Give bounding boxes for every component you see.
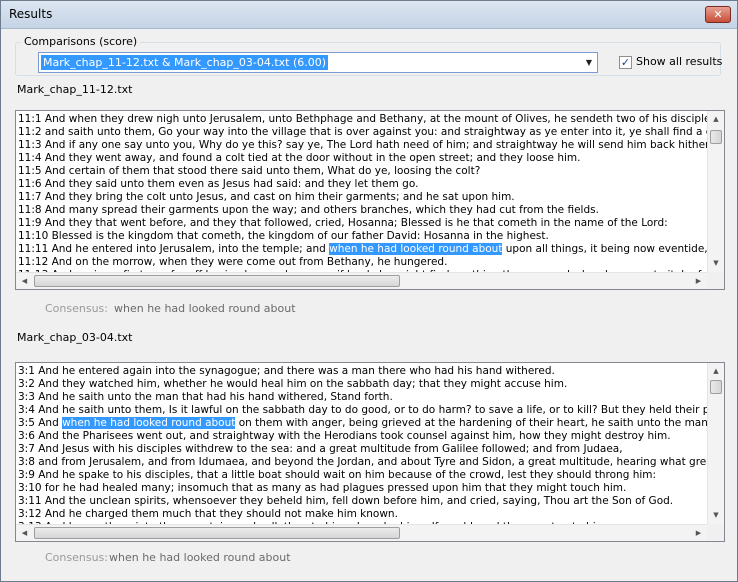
file-label-1: Mark_chap_11-12.txt: [17, 83, 133, 96]
line-text: 11:2 and saith unto them, Go your way in…: [18, 126, 708, 138]
text-line: 3:6 And the Pharisees went out, and stra…: [18, 430, 708, 443]
scroll-left-icon[interactable]: ◀: [16, 525, 33, 541]
line-text: 3:11 And the unclean spirits, whensoever…: [18, 495, 674, 507]
scroll-up-icon[interactable]: ▲: [708, 363, 724, 380]
text-line: 11:1 And when they drew nigh unto Jerusa…: [18, 113, 708, 126]
line-text: 3:4 And he saith unto them, Is it lawful…: [18, 404, 708, 416]
line-text: 3:7 And Jesus with his disciples withdre…: [18, 443, 623, 455]
line-text: 11:3 And if any one say unto you, Why do…: [18, 139, 708, 151]
text-lines-2: 3:1 And he entered again into the synago…: [18, 365, 708, 534]
comparison-select[interactable]: Mark_chap_11-12.txt & Mark_chap_03-04.tx…: [38, 52, 598, 73]
line-text: 3:8 and from Jerusalem, and from Idumaea…: [18, 456, 708, 468]
line-text: 3:3 And he saith unto the man that had h…: [18, 391, 393, 403]
checkmark-icon: ✓: [620, 56, 631, 69]
horizontal-scroll-thumb-1[interactable]: [34, 275, 400, 287]
text-line: 11:10 Blessed is the kingdom that cometh…: [18, 230, 708, 243]
line-text: 3:1 And he entered again into the synago…: [18, 365, 555, 377]
scroll-up-icon[interactable]: ▲: [708, 111, 724, 128]
text-line: 11:6 And they said unto them even as Jes…: [18, 178, 708, 191]
vertical-scroll-thumb-1[interactable]: [710, 130, 722, 144]
line-text: 3:6 And the Pharisees went out, and stra…: [18, 430, 671, 442]
scroll-corner-2: [707, 524, 724, 541]
horizontal-scrollbar-1[interactable]: ◀ ▶: [16, 272, 707, 289]
line-text: 11:5 And certain of them that stood ther…: [18, 165, 481, 177]
vertical-scroll-thumb-2[interactable]: [710, 380, 722, 394]
line-text: upon all things, it being now eventide, …: [505, 243, 708, 255]
text-lines-1: 11:1 And when they drew nigh unto Jerusa…: [18, 113, 708, 282]
show-all-label[interactable]: Show all results: [636, 55, 722, 68]
line-text: 11:1 And when they drew nigh unto Jerusa…: [18, 113, 708, 125]
text-line: 3:1 And he entered again into the synago…: [18, 365, 708, 378]
text-line: 3:2 And they watched him, whether he wou…: [18, 378, 708, 391]
show-all-checkbox[interactable]: ✓: [619, 56, 632, 69]
text-line: 3:12 And he charged them much that they …: [18, 508, 708, 521]
text-line: 3:5 And when he had looked round about o…: [18, 417, 708, 430]
text-line: 11:4 And they went away, and found a col…: [18, 152, 708, 165]
highlighted-match: when he had looked round about: [62, 417, 236, 429]
text-line: 11:12 And on the morrow, when they were …: [18, 256, 708, 269]
text-line: 11:5 And certain of them that stood ther…: [18, 165, 708, 178]
window-title: Results: [9, 7, 53, 21]
line-text: on them with anger, being grieved at the…: [238, 417, 708, 429]
line-text: 3:5 And: [18, 417, 63, 429]
text-line: 3:7 And Jesus with his disciples withdre…: [18, 443, 708, 456]
horizontal-scroll-thumb-2[interactable]: [34, 527, 400, 539]
highlighted-match: when he had looked round about: [329, 243, 503, 255]
line-text: 11:6 And they said unto them even as Jes…: [18, 178, 419, 190]
line-text: 11:12 And on the morrow, when they were …: [18, 256, 448, 268]
text-line: 3:8 and from Jerusalem, and from Idumaea…: [18, 456, 708, 469]
scroll-corner-1: [707, 272, 724, 289]
text-line: 3:9 And he spake to his disciples, that …: [18, 469, 708, 482]
title-bar: Results ✕: [1, 1, 737, 29]
line-text: 3:9 And he spake to his disciples, that …: [18, 469, 657, 481]
vertical-scrollbar-1[interactable]: ▲ ▼: [707, 111, 724, 272]
text-line: 11:9 And they that went before, and they…: [18, 217, 708, 230]
line-text: 3:10 for he had healed many; insomuch th…: [18, 482, 627, 494]
scroll-left-icon[interactable]: ◀: [16, 273, 33, 289]
file-label-2: Mark_chap_03-04.txt: [17, 331, 133, 344]
line-text: 11:11 And he entered into Jerusalem, int…: [18, 243, 330, 255]
chevron-down-icon[interactable]: ▼: [583, 56, 595, 69]
line-text: 11:4 And they went away, and found a col…: [18, 152, 581, 164]
text-line: 11:11 And he entered into Jerusalem, int…: [18, 243, 708, 256]
scroll-right-icon[interactable]: ▶: [690, 273, 707, 289]
consensus-label-1: Consensus:: [45, 302, 108, 315]
text-line: 11:8 And many spread their garments upon…: [18, 204, 708, 217]
comparisons-legend: Comparisons (score): [21, 35, 141, 48]
scroll-right-icon[interactable]: ▶: [690, 525, 707, 541]
line-text: 11:7 And they bring the colt unto Jesus,…: [18, 191, 515, 203]
comparison-selected-value: Mark_chap_11-12.txt & Mark_chap_03-04.tx…: [41, 55, 329, 70]
text-panel-2[interactable]: 3:1 And he entered again into the synago…: [15, 362, 725, 542]
line-text: 3:2 And they watched him, whether he wou…: [18, 378, 568, 390]
scroll-down-icon[interactable]: ▼: [708, 255, 724, 272]
line-text: 11:10 Blessed is the kingdom that cometh…: [18, 230, 549, 242]
consensus-label-2: Consensus:: [45, 551, 108, 564]
text-line: 3:3 And he saith unto the man that had h…: [18, 391, 708, 404]
text-panel-1[interactable]: 11:1 And when they drew nigh unto Jerusa…: [15, 110, 725, 290]
text-line: 11:2 and saith unto them, Go your way in…: [18, 126, 708, 139]
consensus-value-1: when he had looked round about: [114, 302, 296, 315]
line-text: 3:12 And he charged them much that they …: [18, 508, 398, 520]
consensus-value-2: when he had looked round about: [109, 551, 291, 564]
line-text: 11:8 And many spread their garments upon…: [18, 204, 599, 216]
close-button[interactable]: ✕: [705, 6, 731, 23]
text-line: 11:3 And if any one say unto you, Why do…: [18, 139, 708, 152]
text-line: 3:10 for he had healed many; insomuch th…: [18, 482, 708, 495]
line-text: 11:9 And they that went before, and they…: [18, 217, 668, 229]
text-line: 3:4 And he saith unto them, Is it lawful…: [18, 404, 708, 417]
horizontal-scrollbar-2[interactable]: ◀ ▶: [16, 524, 707, 541]
text-line: 3:11 And the unclean spirits, whensoever…: [18, 495, 708, 508]
close-icon: ✕: [713, 8, 723, 21]
results-window: Results ✕ Comparisons (score) Mark_chap_…: [0, 0, 738, 582]
text-line: 11:7 And they bring the colt unto Jesus,…: [18, 191, 708, 204]
vertical-scrollbar-2[interactable]: ▲ ▼: [707, 363, 724, 524]
scroll-down-icon[interactable]: ▼: [708, 507, 724, 524]
